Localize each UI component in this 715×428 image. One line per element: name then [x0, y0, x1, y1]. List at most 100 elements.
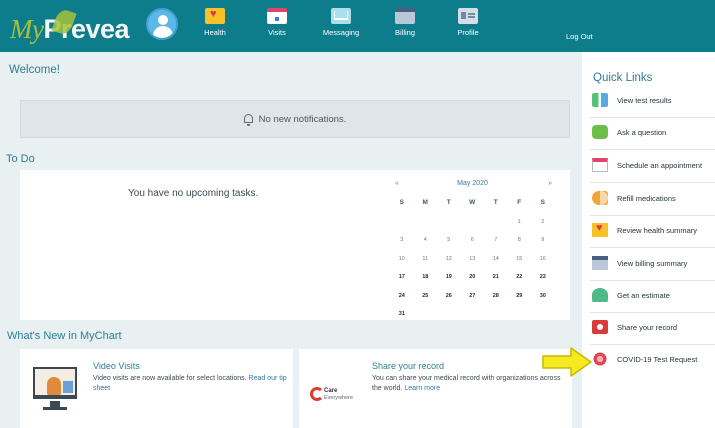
calendar-day[interactable]: 10: [390, 250, 414, 269]
avatar-body: [153, 26, 173, 38]
calendar-day[interactable]: 17: [390, 268, 414, 287]
share-record-card: Care Everywhere Share your record You ca…: [299, 349, 572, 428]
calendar-empty-cell: [484, 213, 508, 232]
monitor-base: [43, 407, 67, 410]
care-everywhere-e-icon: [310, 387, 324, 401]
calendar-day[interactable]: 31: [390, 305, 414, 324]
quick-link-label: Review health summary: [617, 226, 698, 235]
calendar-day[interactable]: 8: [508, 231, 532, 250]
learn-more-link[interactable]: Learn more: [404, 385, 440, 392]
quick-link-share-record[interactable]: Share your record: [590, 313, 715, 345]
video-visits-card: Video Visits Video visits are now availa…: [20, 349, 293, 428]
nav-billing[interactable]: Billing: [370, 8, 440, 37]
nav-profile[interactable]: Profile: [433, 8, 503, 37]
logo-my-text: My: [10, 14, 44, 44]
nav-profile-label: Profile: [457, 28, 479, 37]
nav-messaging[interactable]: Messaging: [306, 8, 376, 37]
calendar-dow: S: [399, 199, 404, 206]
person-figure: [47, 377, 61, 395]
welcome-heading: Welcome!: [9, 64, 60, 76]
quick-link-refill-medications[interactable]: Refill medications: [590, 184, 715, 216]
nav-health[interactable]: Health: [180, 8, 250, 37]
calendar-day[interactable]: 21: [484, 268, 508, 287]
user-avatar[interactable]: [146, 8, 178, 40]
quick-link-schedule-appointment[interactable]: Schedule an appointment: [590, 151, 715, 183]
quick-link-view-billing-summary[interactable]: View billing summary: [590, 249, 715, 281]
quick-link-review-health-summary[interactable]: Review health summary: [590, 216, 715, 248]
health-heart-icon: [205, 8, 225, 24]
calendar-day[interactable]: 28: [484, 287, 508, 306]
myprevea-logo[interactable]: MyPrevea: [10, 7, 130, 45]
calendar-day[interactable]: 1: [508, 213, 532, 232]
calendar-day[interactable]: 5: [437, 231, 461, 250]
calendar-day[interactable]: 27: [461, 287, 485, 306]
care-logo-text: Care: [324, 388, 338, 394]
calendar-day[interactable]: 23: [531, 268, 555, 287]
calendar-day[interactable]: 7: [484, 231, 508, 250]
video-visits-title[interactable]: Video Visits: [93, 361, 140, 371]
notifications-box: No new notifications.: [20, 100, 570, 138]
calendar-day[interactable]: 29: [508, 287, 532, 306]
calendar-day[interactable]: 9: [531, 231, 555, 250]
calendar-day[interactable]: 4: [414, 231, 438, 250]
calendar-day[interactable]: 12: [437, 250, 461, 269]
calendar-day[interactable]: 19: [437, 268, 461, 287]
health-heart-icon: [592, 222, 608, 237]
nav-billing-label: Billing: [394, 28, 415, 37]
calendar-day[interactable]: 14: [484, 250, 508, 269]
calendar-dow: W: [469, 199, 476, 206]
calendar-empty-cell: [531, 305, 555, 324]
quick-link-view-test-results[interactable]: View test results: [590, 86, 715, 118]
video-visits-desc: Video visits are now available for selec…: [93, 375, 247, 382]
calendar-day[interactable]: 24: [390, 287, 414, 306]
calendar-day[interactable]: 26: [437, 287, 461, 306]
calendar-day[interactable]: 2: [531, 213, 555, 232]
quick-link-covid-test-request[interactable]: COVID-19 Test Request: [590, 345, 715, 377]
calendar-day[interactable]: 22: [508, 268, 532, 287]
share-record-text: You can share your medical record with o…: [372, 374, 567, 394]
calendar-grid: S M T W T F S 1 2 3 4 5 6 7 8 9 10 11 12 13 14 15 16 17 18 19 20 21…: [390, 194, 555, 324]
calendar-dow: T: [446, 199, 451, 206]
estimate-icon: [592, 288, 608, 302]
everywhere-logo-text: Everywhere: [324, 395, 354, 401]
quick-link-label: View billing summary: [617, 259, 688, 268]
top-header: MyPrevea Health Visits Messaging Billing…: [0, 0, 715, 52]
calendar-day[interactable]: 30: [531, 287, 555, 306]
video-visits-text: Video visits are now available for selec…: [93, 374, 288, 394]
calendar-day[interactable]: 16: [531, 250, 555, 269]
calendar-day[interactable]: 13: [461, 250, 485, 269]
calendar-empty-cell: [461, 305, 485, 324]
logout-link[interactable]: Log Out: [566, 32, 593, 41]
quick-link-label: Schedule an appointment: [617, 161, 703, 170]
nav-visits[interactable]: Visits: [242, 8, 312, 37]
calendar-day[interactable]: 3: [390, 231, 414, 250]
credit-card-icon: [592, 256, 608, 270]
credit-card-icon: [395, 8, 415, 24]
mini-video-figure: [63, 381, 73, 393]
calendar-empty-cell: [461, 213, 485, 232]
id-card-icon: [458, 8, 478, 24]
calendar-day[interactable]: 11: [414, 250, 438, 269]
calendar-day[interactable]: 15: [508, 250, 532, 269]
nav-messaging-label: Messaging: [322, 28, 360, 37]
calendar-empty-cell: [437, 305, 461, 324]
quick-link-label: Ask a question: [617, 128, 667, 137]
calendar-day[interactable]: 20: [461, 268, 485, 287]
calendar-day[interactable]: 18: [414, 268, 438, 287]
pill-icon: [592, 191, 608, 205]
calendar-day[interactable]: 6: [461, 231, 485, 250]
calendar-next-button[interactable]: »: [548, 180, 552, 187]
quick-link-label: COVID-19 Test Request: [617, 355, 698, 364]
calendar-day[interactable]: 25: [414, 287, 438, 306]
calendar-icon: [267, 8, 287, 24]
bell-icon: [243, 114, 253, 126]
quick-link-get-estimate[interactable]: Get an estimate: [590, 281, 715, 313]
calendar-dow: T: [493, 199, 498, 206]
share-record-title[interactable]: Share your record: [372, 361, 444, 371]
calendar-header: « May 2020 »: [390, 180, 555, 194]
share-record-icon: [592, 320, 608, 334]
quick-links-panel: Quick Links View test results Ask a ques…: [582, 52, 715, 428]
quick-link-ask-question[interactable]: Ask a question: [590, 118, 715, 150]
yellow-arrow-annotation: [542, 347, 592, 377]
calendar-dow: S: [540, 199, 545, 206]
